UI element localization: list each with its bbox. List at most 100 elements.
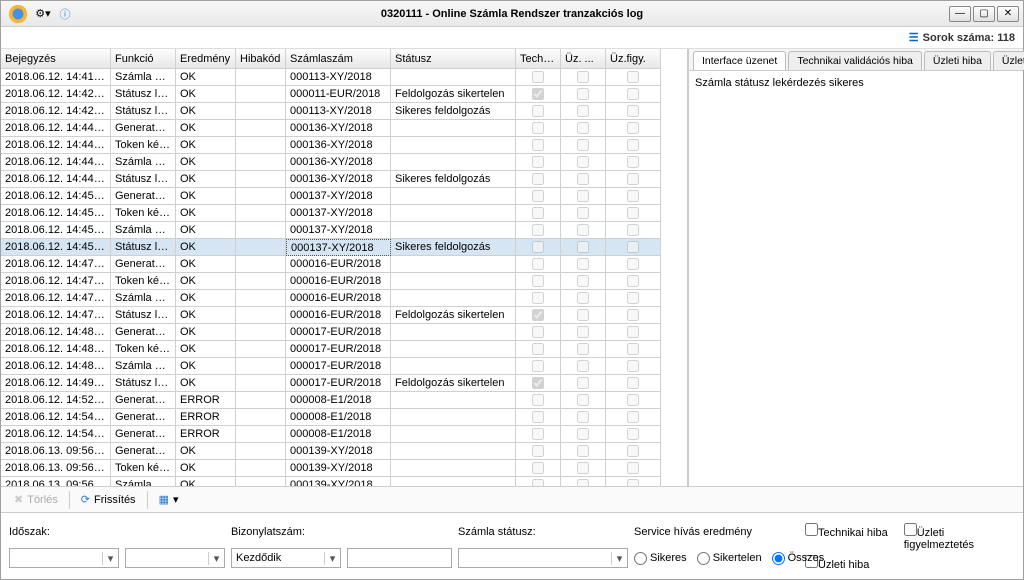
row-checkbox[interactable] bbox=[577, 207, 589, 219]
combo-idoszak-to[interactable]: ▾ bbox=[125, 548, 225, 568]
combo-idoszak-from[interactable]: ▾ bbox=[9, 548, 119, 568]
table-row[interactable]: 2018.06.12. 14:47:37Státusz lek...OK0000… bbox=[1, 307, 687, 324]
row-checkbox[interactable] bbox=[627, 258, 639, 270]
radio-sikertelen[interactable]: Sikertelen bbox=[697, 552, 762, 565]
row-checkbox[interactable] bbox=[577, 479, 589, 486]
table-row[interactable]: 2018.06.12. 14:48:24Token kérésOK000017-… bbox=[1, 341, 687, 358]
table-row[interactable]: 2018.06.13. 09:56:30GenerateXMLOK000139-… bbox=[1, 443, 687, 460]
row-checkbox[interactable] bbox=[532, 462, 544, 474]
table-row[interactable]: 2018.06.12. 14:45:42Token kérésOK000137-… bbox=[1, 205, 687, 222]
row-checkbox[interactable] bbox=[532, 105, 544, 117]
row-checkbox[interactable] bbox=[532, 377, 544, 389]
row-checkbox[interactable] bbox=[577, 224, 589, 236]
table-row[interactable]: 2018.06.12. 14:48:24GenerateXMLOK000017-… bbox=[1, 324, 687, 341]
table-row[interactable]: 2018.06.12. 14:44:56Státusz lek...OK0001… bbox=[1, 171, 687, 188]
row-checkbox[interactable] bbox=[627, 292, 639, 304]
column-header[interactable]: Státusz bbox=[391, 49, 516, 69]
row-checkbox[interactable] bbox=[577, 156, 589, 168]
close-button[interactable]: ✕ bbox=[997, 6, 1019, 22]
row-checkbox[interactable] bbox=[577, 394, 589, 406]
combo-bizonylat-mode[interactable]: Kezdődik▾ bbox=[231, 548, 341, 568]
export-button[interactable]: ▦ ▾ bbox=[152, 490, 186, 509]
table-row[interactable]: 2018.06.12. 14:54:28GenerateXMLERROR0000… bbox=[1, 409, 687, 426]
row-checkbox[interactable] bbox=[627, 122, 639, 134]
row-checkbox[interactable] bbox=[532, 88, 544, 100]
row-checkbox[interactable] bbox=[627, 462, 639, 474]
row-checkbox[interactable] bbox=[532, 71, 544, 83]
row-checkbox[interactable] bbox=[532, 309, 544, 321]
help-icon[interactable]: ⓘ bbox=[55, 5, 75, 23]
row-checkbox[interactable] bbox=[532, 258, 544, 270]
table-row[interactable]: 2018.06.12. 14:42:16Státusz lek...OK0000… bbox=[1, 86, 687, 103]
row-checkbox[interactable] bbox=[577, 190, 589, 202]
row-checkbox[interactable] bbox=[532, 292, 544, 304]
tab-uzleti-hiba[interactable]: Üzleti hiba bbox=[924, 51, 991, 70]
row-checkbox[interactable] bbox=[627, 377, 639, 389]
row-checkbox[interactable] bbox=[532, 241, 544, 253]
column-header[interactable]: Számlaszám bbox=[286, 49, 391, 69]
radio-sikeres[interactable]: Sikeres bbox=[634, 552, 687, 565]
row-checkbox[interactable] bbox=[627, 394, 639, 406]
row-checkbox[interactable] bbox=[627, 241, 639, 253]
row-checkbox[interactable] bbox=[627, 411, 639, 423]
radio-osszes[interactable]: Összes bbox=[772, 552, 825, 565]
row-checkbox[interactable] bbox=[532, 343, 544, 355]
table-row[interactable]: 2018.06.12. 14:44:41Számla küldésOK00013… bbox=[1, 154, 687, 171]
row-checkbox[interactable] bbox=[627, 326, 639, 338]
row-checkbox[interactable] bbox=[532, 224, 544, 236]
row-checkbox[interactable] bbox=[577, 411, 589, 423]
table-row[interactable]: 2018.06.12. 14:47:12Token kérésOK000016-… bbox=[1, 273, 687, 290]
row-checkbox[interactable] bbox=[627, 275, 639, 287]
row-checkbox[interactable] bbox=[577, 88, 589, 100]
row-checkbox[interactable] bbox=[577, 122, 589, 134]
row-checkbox[interactable] bbox=[627, 139, 639, 151]
row-checkbox[interactable] bbox=[577, 105, 589, 117]
table-row[interactable]: 2018.06.12. 14:49:02Státusz lek...OK0000… bbox=[1, 375, 687, 392]
table-row[interactable]: 2018.06.12. 14:41:47Számla küldésOK00011… bbox=[1, 69, 687, 86]
row-checkbox[interactable] bbox=[627, 105, 639, 117]
row-checkbox[interactable] bbox=[532, 156, 544, 168]
row-checkbox[interactable] bbox=[532, 445, 544, 457]
table-row[interactable]: 2018.06.13. 09:56:31Számla küldésOK00013… bbox=[1, 477, 687, 486]
table-row[interactable]: 2018.06.13. 09:56:31Token kérésOK000139-… bbox=[1, 460, 687, 477]
table-row[interactable]: 2018.06.12. 14:45:42GenerateXMLOK000137-… bbox=[1, 188, 687, 205]
tab-uzleti[interactable]: Üzleti bbox=[993, 51, 1024, 70]
gear-icon[interactable]: ⚙▾ bbox=[33, 5, 53, 23]
input-bizonylat[interactable] bbox=[347, 548, 452, 568]
column-header[interactable]: Üz.figy. bbox=[606, 49, 661, 69]
table-row[interactable]: 2018.06.12. 14:45:42Számla küldésOK00013… bbox=[1, 222, 687, 239]
row-checkbox[interactable] bbox=[577, 462, 589, 474]
chk-uzleti-figy[interactable]: Üzleti figyelmeztetés bbox=[904, 523, 1015, 551]
row-checkbox[interactable] bbox=[627, 71, 639, 83]
row-checkbox[interactable] bbox=[577, 326, 589, 338]
row-checkbox[interactable] bbox=[577, 445, 589, 457]
delete-button[interactable]: ✖ Törlés bbox=[7, 490, 65, 509]
row-checkbox[interactable] bbox=[577, 258, 589, 270]
row-checkbox[interactable] bbox=[627, 156, 639, 168]
table-row[interactable]: 2018.06.12. 14:54:32GenerateXMLERROR0000… bbox=[1, 426, 687, 443]
maximize-button[interactable]: ▢ bbox=[973, 6, 995, 22]
table-row[interactable]: 2018.06.12. 14:52:25GenerateXMLERROR0000… bbox=[1, 392, 687, 409]
row-checkbox[interactable] bbox=[577, 343, 589, 355]
row-checkbox[interactable] bbox=[532, 275, 544, 287]
row-checkbox[interactable] bbox=[532, 207, 544, 219]
row-checkbox[interactable] bbox=[577, 377, 589, 389]
tab-technikai-validacios-hiba[interactable]: Technikai validációs hiba bbox=[788, 51, 922, 70]
table-row[interactable]: 2018.06.12. 14:44:41GenerateXMLOK000136-… bbox=[1, 120, 687, 137]
row-checkbox[interactable] bbox=[532, 190, 544, 202]
row-checkbox[interactable] bbox=[627, 309, 639, 321]
row-checkbox[interactable] bbox=[627, 428, 639, 440]
row-checkbox[interactable] bbox=[627, 479, 639, 486]
column-header[interactable]: Funkció bbox=[111, 49, 176, 69]
row-checkbox[interactable] bbox=[577, 241, 589, 253]
row-checkbox[interactable] bbox=[532, 394, 544, 406]
minimize-button[interactable]: — bbox=[949, 6, 971, 22]
row-checkbox[interactable] bbox=[532, 326, 544, 338]
column-header[interactable]: Hibakód bbox=[236, 49, 286, 69]
table-row[interactable]: 2018.06.12. 14:45:57Státusz lek...OK0001… bbox=[1, 239, 687, 256]
chk-technikai-hiba[interactable]: Technikai hiba bbox=[805, 523, 888, 551]
row-checkbox[interactable] bbox=[577, 292, 589, 304]
table-row[interactable]: 2018.06.12. 14:47:12GenerateXMLOK000016-… bbox=[1, 256, 687, 273]
column-header[interactable]: Bejegyzés bbox=[1, 49, 111, 69]
table-row[interactable]: 2018.06.12. 14:48:24Számla küldésOK00001… bbox=[1, 358, 687, 375]
